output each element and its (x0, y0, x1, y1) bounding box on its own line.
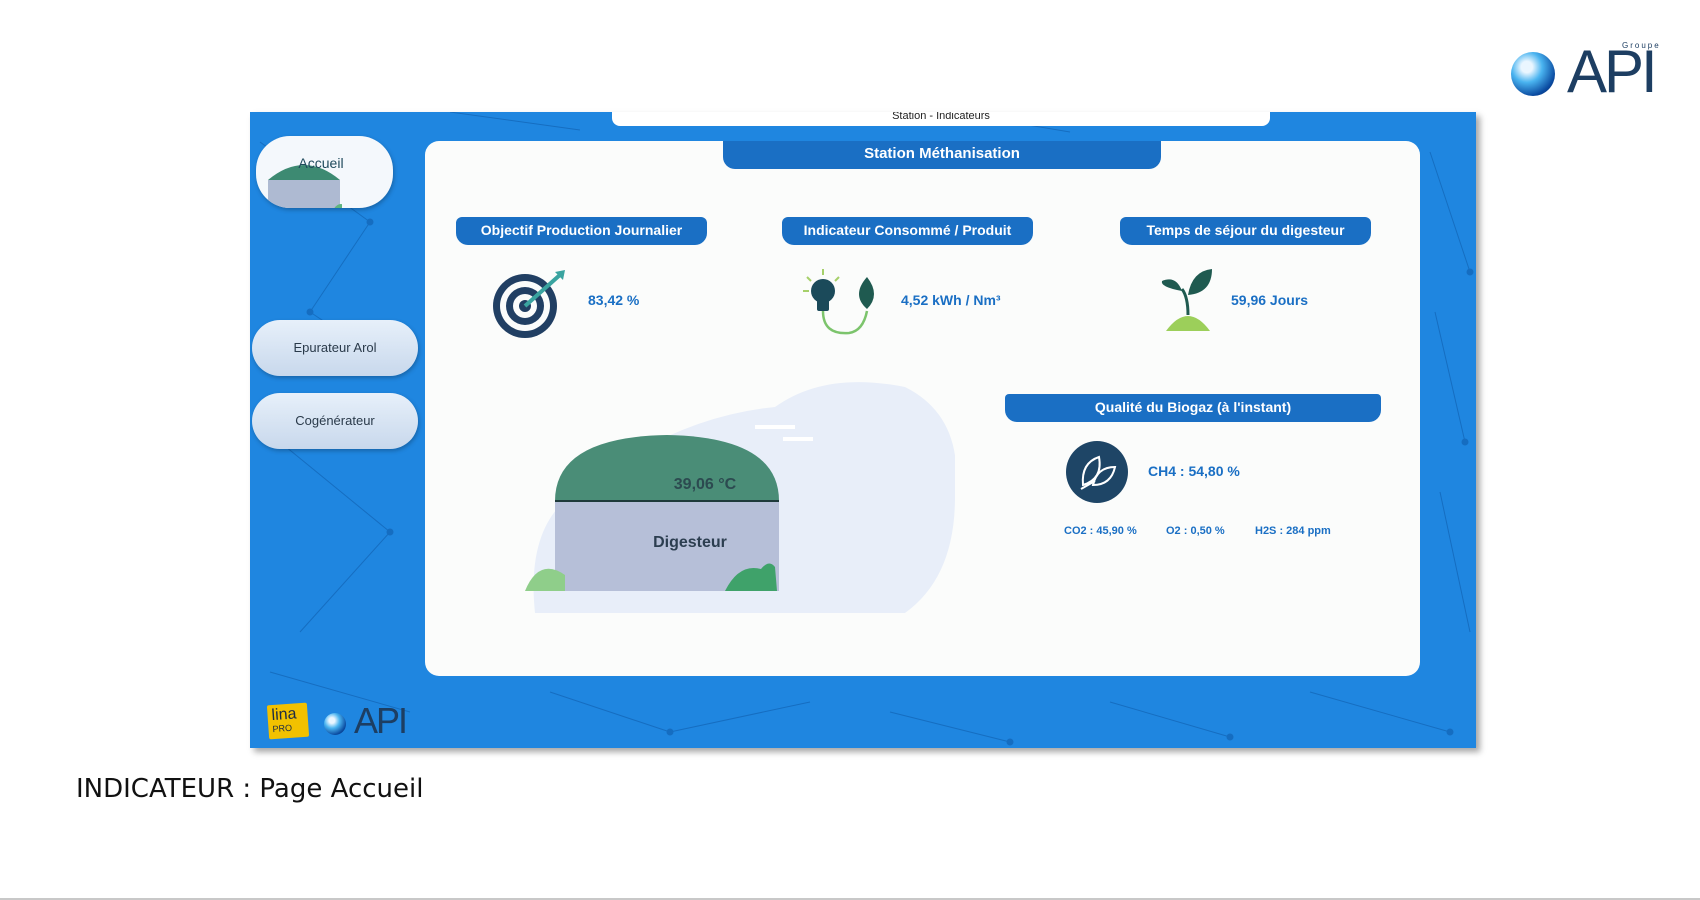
objectif-label: Objectif Production Journalier (456, 217, 707, 245)
o2-value: O2 : 0,50 % (1166, 525, 1225, 537)
brand-orb-icon (1511, 52, 1555, 96)
objectif-value: 83,42 % (588, 292, 640, 308)
nav-button-epurateur-arol[interactable]: Epurateur Arol (252, 320, 418, 376)
digester-label: Digesteur (653, 534, 727, 551)
nav-button-cogenerateur[interactable]: Cogénérateur (252, 393, 418, 449)
main-panel: Station Méthanisation Objectif Productio… (425, 141, 1420, 676)
window-title: Station - Indicateurs (612, 112, 1270, 126)
sprout-icon (1161, 269, 1212, 331)
indicateur-value: 4,52 kWh / Nm³ (901, 292, 1001, 308)
slide-caption: INDICATEUR : Page Accueil (76, 774, 424, 804)
footer-api-logo: API (354, 700, 408, 741)
h2s-value: H2S : 284 ppm (1255, 525, 1331, 537)
api-logo: Groupe API (1505, 38, 1665, 108)
lightbulb-leaf-icon (803, 269, 874, 335)
co2-value: CO2 : 45,90 % (1064, 525, 1137, 537)
lina-pro-logo: lina PRO (266, 702, 310, 740)
hmi-window: Station - Indicateurs Accueil Epurateur … (250, 112, 1476, 748)
lina-logo-text: lina (270, 705, 298, 725)
lina-logo-sub: PRO (272, 722, 293, 735)
panel-title: Station Méthanisation (723, 141, 1161, 169)
indicateur-label: Indicateur Consommé / Produit (782, 217, 1033, 245)
target-icon (493, 270, 565, 338)
leaf-icon (1066, 441, 1128, 503)
slide: Groupe API Station - Indicateurs Accueil… (0, 0, 1700, 900)
footer-orb-icon (324, 713, 346, 735)
sejour-label: Temps de séjour du digesteur (1120, 217, 1371, 245)
brand-name: API (1567, 38, 1658, 105)
nav-label-accueil: Accueil (298, 155, 344, 171)
ch4-value: CH4 : 54,80 % (1148, 463, 1240, 479)
sejour-value: 59,96 Jours (1231, 292, 1309, 308)
qualite-label: Qualité du Biogaz (à l'instant) (1005, 394, 1381, 422)
nav-button-accueil[interactable]: Accueil (256, 136, 393, 208)
digester-illustration (525, 382, 955, 613)
digester-temperature: 39,06 °C (673, 476, 737, 493)
